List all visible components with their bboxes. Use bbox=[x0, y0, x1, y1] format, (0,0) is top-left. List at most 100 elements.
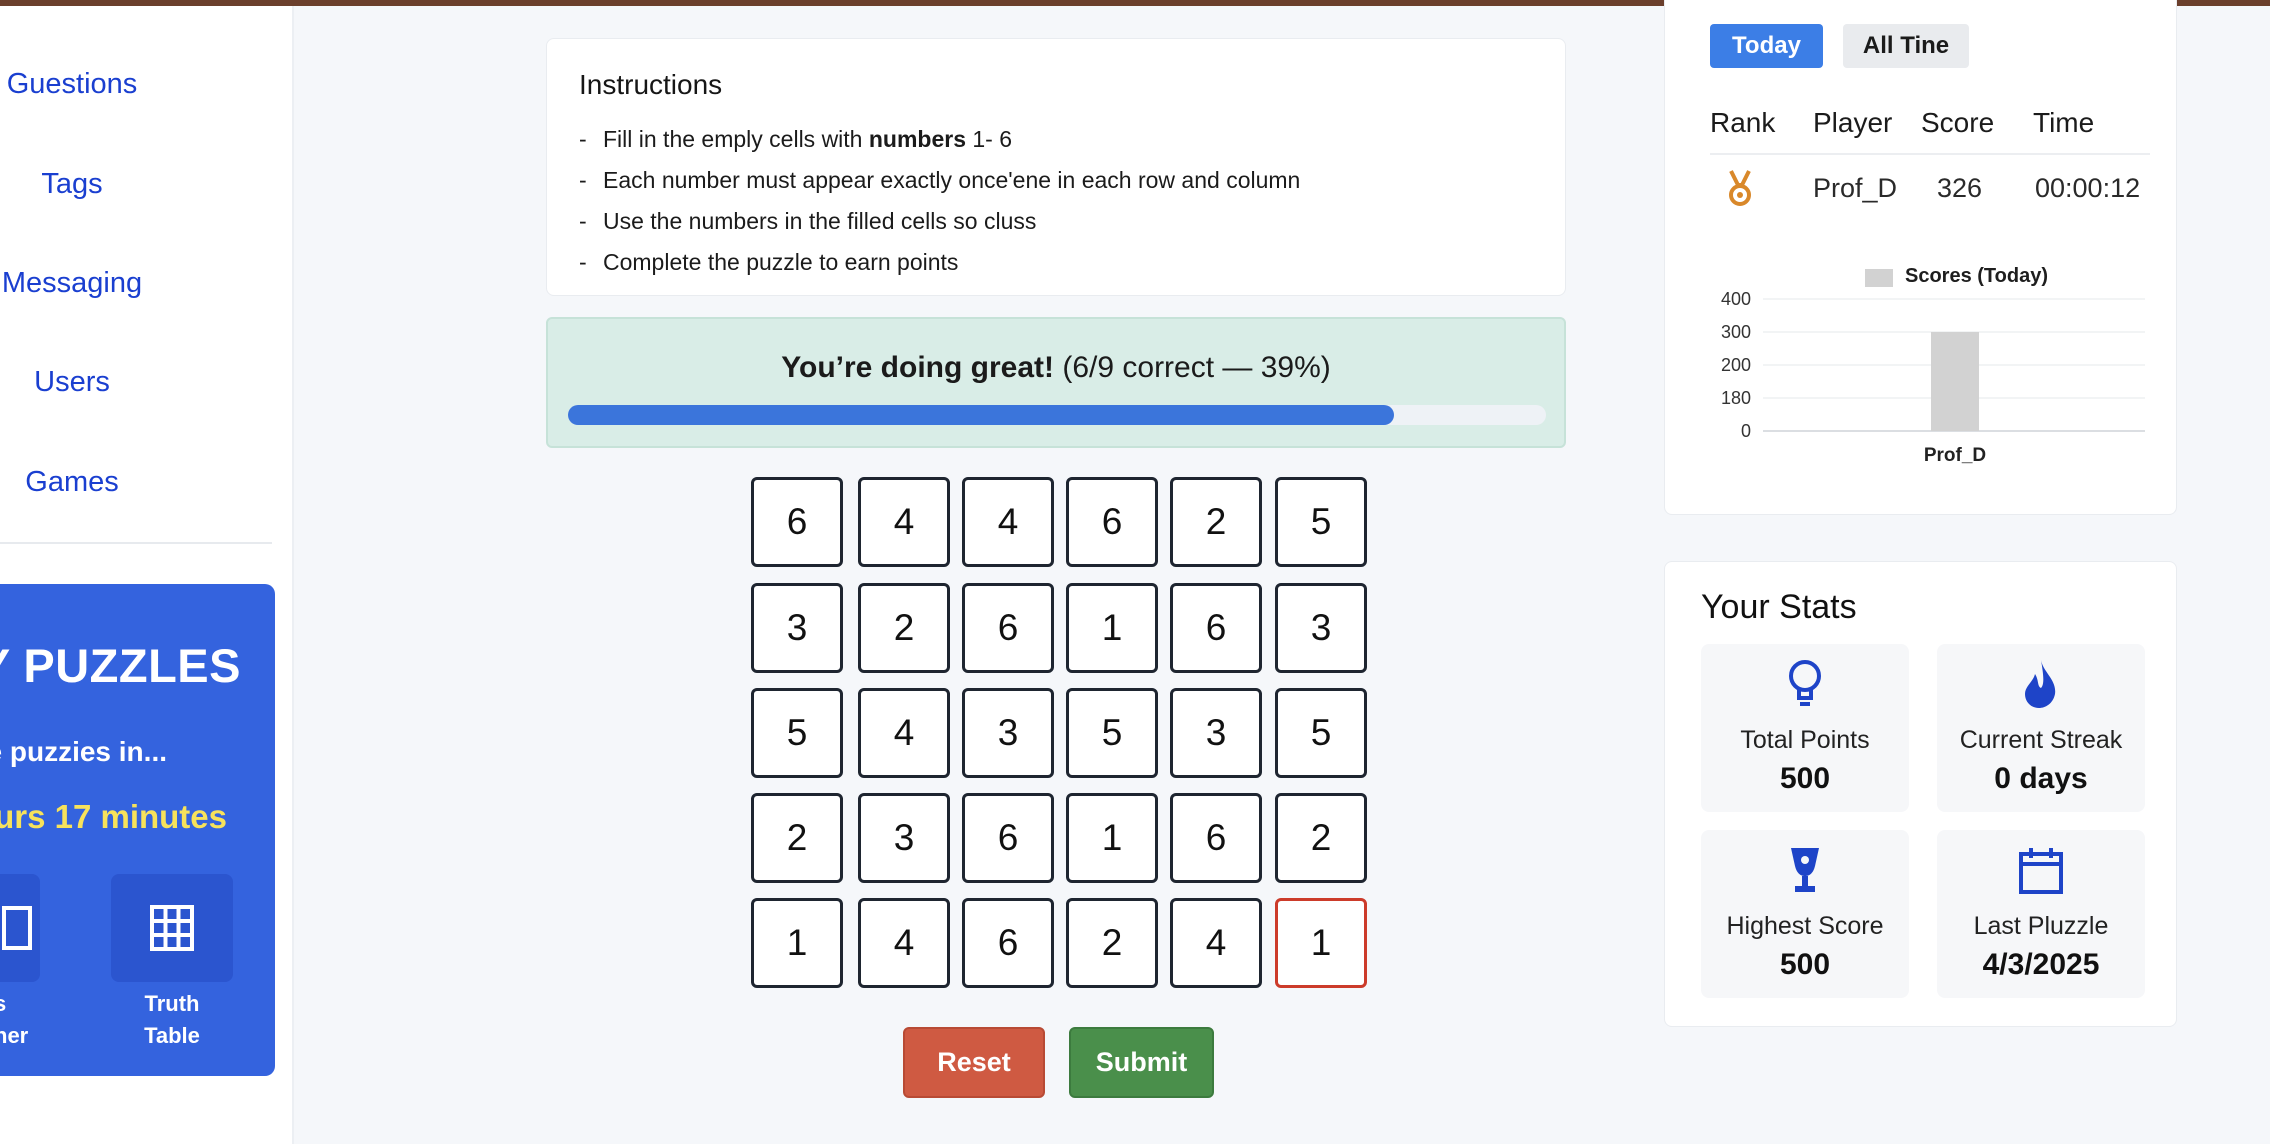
submit-button[interactable]: Submit bbox=[1069, 1027, 1214, 1098]
stat-value: 4/3/2025 bbox=[1982, 948, 2100, 981]
grid-cell[interactable]: 1 bbox=[1066, 583, 1158, 673]
instruction-item: - Complete the puzzle to earn points bbox=[579, 249, 959, 275]
y-tick-label: 200 bbox=[1721, 355, 1751, 375]
grid-cell[interactable]: 2 bbox=[751, 793, 843, 883]
stat-total-points: Total Points 500 bbox=[1701, 644, 1909, 812]
progress-banner: You’re doing great! (6/9 correct — 39%) bbox=[546, 317, 1566, 448]
player-score: 326 bbox=[1937, 173, 1983, 203]
column-header-time: Time bbox=[2033, 107, 2095, 138]
grid-cell[interactable]: 6 bbox=[962, 583, 1054, 673]
table-divider bbox=[1710, 153, 2150, 155]
sidebar-divider bbox=[0, 542, 272, 544]
stat-highest-score: Highest Score 500 bbox=[1701, 830, 1909, 998]
grid-cell[interactable]: 3 bbox=[962, 688, 1054, 778]
grid-cell[interactable]: 6 bbox=[751, 477, 843, 567]
instructions-card: Instructions - Fill in the emply cells wi… bbox=[546, 38, 1566, 296]
instructions-list: - Fill in the emply cells with numbers 1-… bbox=[579, 119, 1533, 283]
stat-last-puzzle: Last Pluzzle 4/3/2025 bbox=[1937, 830, 2145, 998]
stat-value: 0 days bbox=[1994, 762, 2088, 795]
sidebar-item-questions[interactable]: Guestions bbox=[7, 68, 138, 101]
reset-button[interactable]: Reset bbox=[903, 1027, 1045, 1098]
grid-cell[interactable]: 6 bbox=[1066, 477, 1158, 567]
stat-value: 500 bbox=[1779, 762, 1831, 795]
daily-puzzles-promo: LY PUZZLES e puzzies in... urs 17 minute… bbox=[0, 584, 275, 1076]
column-header-rank: Rank bbox=[1710, 107, 1776, 138]
promo-title: LY PUZZLES bbox=[0, 639, 241, 692]
grid-cell[interactable]: 4 bbox=[962, 477, 1054, 567]
trophy-icon bbox=[1791, 848, 1819, 892]
progress-message: You’re doing great! (6/9 correct — 39%) bbox=[781, 351, 1331, 384]
grid-cell[interactable]: 5 bbox=[751, 688, 843, 778]
grid-cell[interactable]: 6 bbox=[1170, 583, 1262, 673]
x-tick-label: Prof_D bbox=[1924, 445, 1986, 466]
your-stats-card: Your Stats Total Points 500 Current Stre… bbox=[1664, 561, 2177, 1027]
player-name[interactable]: Prof_D bbox=[1813, 173, 1897, 204]
calendar-icon bbox=[2019, 848, 2063, 894]
column-header-player: Player bbox=[1813, 107, 1893, 138]
player-time: 00:00:12 bbox=[2035, 173, 2141, 203]
flame-icon bbox=[2025, 660, 2056, 708]
sidebar-item-tags[interactable]: Tags bbox=[41, 168, 102, 201]
y-tick-label: 0 bbox=[1741, 421, 1751, 441]
grid-cell[interactable]: 3 bbox=[858, 793, 950, 883]
grid-cell[interactable]: 3 bbox=[751, 583, 843, 673]
y-tick-label: 300 bbox=[1721, 322, 1751, 342]
grid-cell[interactable]: 2 bbox=[1275, 793, 1367, 883]
sidebar-item-messaging[interactable]: Messaging bbox=[2, 267, 142, 300]
grid-cell[interactable]: 5 bbox=[1066, 688, 1158, 778]
instruction-item: - Fill in the emply cells with numbers 1-… bbox=[579, 126, 1013, 152]
tab-all-time[interactable]: All Tine bbox=[1843, 24, 1969, 68]
promo-countdown: urs 17 minutes bbox=[0, 798, 227, 835]
sidebar-item-games[interactable]: Games bbox=[25, 466, 118, 499]
grid-cell[interactable]: 1 bbox=[751, 898, 843, 988]
stat-label: Current Streak bbox=[1959, 726, 2123, 754]
chart-bar bbox=[1931, 332, 1979, 431]
stat-label: Total Points bbox=[1740, 726, 1870, 754]
grid-cell[interactable]: 4 bbox=[858, 477, 950, 567]
chart-legend-label: Scores (Today) bbox=[1905, 265, 2048, 287]
y-tick-label: 400 bbox=[1721, 291, 1751, 309]
instruction-item: - Each number must appear exactly once'en… bbox=[579, 167, 1301, 193]
sidebar: Guestions Tags Messaging Users Games LY … bbox=[0, 6, 294, 1144]
promo-tile-puzzle[interactable] bbox=[0, 874, 40, 982]
grid-cell[interactable]: 6 bbox=[962, 793, 1054, 883]
y-tick-label: 180 bbox=[1721, 388, 1751, 408]
grid-cell[interactable]: 1 bbox=[1275, 898, 1367, 988]
leaderboard-card: Today All Tine Rank Player Score Time Pr… bbox=[1664, 0, 2177, 515]
grid-cell[interactable]: 6 bbox=[962, 898, 1054, 988]
stat-value: 500 bbox=[1779, 948, 1831, 981]
grid-cell[interactable]: 1 bbox=[1066, 793, 1158, 883]
grid-cell[interactable]: 2 bbox=[858, 583, 950, 673]
stat-label: Last Pluzzle bbox=[1973, 912, 2109, 940]
promo-subtitle: e puzzies in... bbox=[0, 736, 167, 767]
grid-cell[interactable]: 5 bbox=[1275, 688, 1367, 778]
promo-tile-truth-table-label: Truth Table bbox=[144, 991, 200, 1048]
promo-tile-puzzle-label: s ner bbox=[0, 991, 29, 1048]
grid-cell[interactable]: 3 bbox=[1275, 583, 1367, 673]
tab-today[interactable]: Today bbox=[1710, 24, 1823, 68]
progress-bar-fill bbox=[568, 405, 1395, 425]
lightbulb-icon bbox=[1789, 660, 1821, 706]
grid-cell[interactable]: 3 bbox=[1170, 688, 1262, 778]
column-header-score: Score bbox=[1921, 107, 1995, 138]
stat-label: Highest Score bbox=[1726, 912, 1884, 940]
stats-title: Your Stats bbox=[1701, 588, 1857, 626]
instructions-title: Instructions bbox=[579, 69, 723, 100]
grid-cell[interactable]: 2 bbox=[1066, 898, 1158, 988]
puzzle-icon bbox=[2, 906, 32, 950]
chart-legend-swatch bbox=[1865, 269, 1893, 287]
scores-bar-chart: 0 180 200 300 400 Prof_D bbox=[1721, 291, 2145, 466]
medal-icon bbox=[1729, 170, 1751, 206]
grid-cell[interactable]: 4 bbox=[858, 898, 950, 988]
grid-icon bbox=[150, 905, 194, 951]
instruction-item: - Use the numbers in the filled cells so … bbox=[579, 208, 1037, 234]
stat-current-streak: Current Streak 0 days bbox=[1937, 644, 2145, 812]
progress-bar bbox=[568, 405, 1546, 425]
grid-cell[interactable]: 6 bbox=[1170, 793, 1262, 883]
grid-cell[interactable]: 5 bbox=[1275, 477, 1367, 567]
grid-cell[interactable]: 4 bbox=[858, 688, 950, 778]
promo-tile-truth-table[interactable] bbox=[111, 874, 233, 982]
grid-cell[interactable]: 2 bbox=[1170, 477, 1262, 567]
grid-cell[interactable]: 4 bbox=[1170, 898, 1262, 988]
sidebar-item-users[interactable]: Users bbox=[34, 366, 110, 399]
